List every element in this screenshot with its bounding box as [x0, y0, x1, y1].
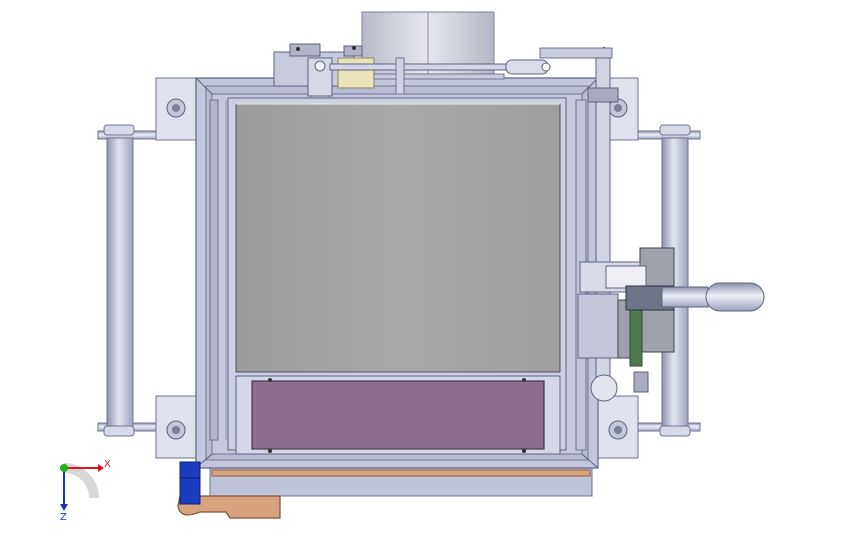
corner-block-bottom-right[interactable]: [597, 395, 639, 459]
axis-label-x: X: [104, 459, 111, 470]
cad-viewport[interactable]: X Z: [0, 0, 867, 533]
corner-block-bottom-left[interactable]: [155, 395, 197, 459]
lower-window[interactable]: [235, 375, 561, 455]
left-guide-rod[interactable]: [97, 124, 194, 437]
corner-block-top-left[interactable]: [155, 77, 197, 141]
top-cylinder[interactable]: [361, 11, 495, 83]
axis-label-z: Z: [60, 512, 67, 523]
coordinate-triad: X Z: [60, 459, 111, 523]
